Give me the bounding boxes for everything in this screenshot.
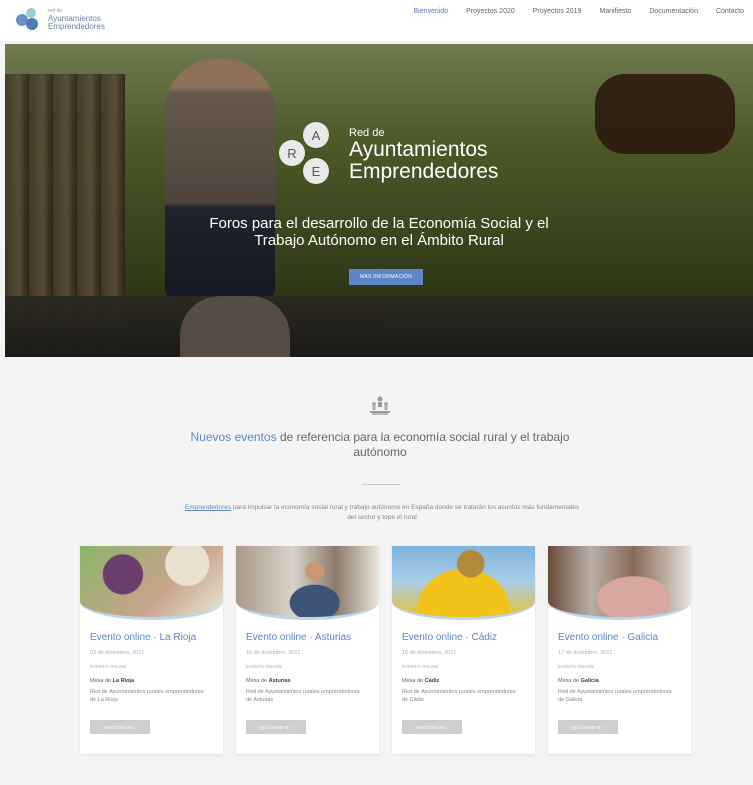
card-date: 17 de diciembre, 2021 <box>558 650 613 656</box>
event-card-la-rioja[interactable]: Evento online · La Rioja 03 de diciembre… <box>80 546 223 754</box>
card-type: Evento online <box>558 664 595 669</box>
badge-a: A <box>303 122 329 148</box>
card-org-place: Asturias <box>268 678 291 684</box>
card-org-label: Mesa de <box>558 678 581 684</box>
card-org-label: Mesa de <box>246 678 269 684</box>
card-date: 15 de diciembre, 2021 <box>402 650 457 656</box>
card-organizer: Mesa de Asturias <box>246 678 291 684</box>
card-type: Evento online <box>246 664 283 669</box>
hero-title-line2: Trabajo Autónomo en el Ámbito Rural <box>254 232 504 249</box>
badge-r: R <box>279 140 305 166</box>
intro-heading-highlight: Nuevos eventos <box>190 430 277 444</box>
card-description: Red de Ayuntamientos rurales emprendedor… <box>558 689 672 703</box>
card-organizer: Mesa de La Rioja <box>90 678 134 684</box>
card-image-fish-market <box>548 546 691 620</box>
hero-brand: R A E Red de Ayuntamientos Emprendedores <box>279 120 498 190</box>
event-card-galicia[interactable]: Evento online · Galicia 17 de diciembre,… <box>548 546 691 754</box>
intro-heading-rest: de referencia para la economía social ru… <box>276 430 570 459</box>
card-title[interactable]: Evento online · Asturias <box>246 632 351 643</box>
logo-line2: Emprendedores <box>48 22 105 31</box>
card-image-grapes <box>80 546 223 620</box>
card-description: Red de Ayuntamientos rurales emprendedor… <box>90 689 204 703</box>
event-card-cadiz[interactable]: Evento online · Cádiz 15 de diciembre, 2… <box>392 546 535 754</box>
nav-item-proyectos-2019[interactable]: Proyectos 2019 <box>524 8 591 15</box>
nav-item-bienvenido[interactable]: Bienvenido <box>404 8 457 15</box>
main-nav: Bienvenido Proyectos 2020 Proyectos 2019… <box>404 8 753 15</box>
card-org-label: Mesa de <box>402 678 425 684</box>
nav-item-contacto[interactable]: Contacto <box>707 8 753 15</box>
more-info-button[interactable]: MÁS INFORMACIÓN <box>349 269 423 285</box>
card-organizer: Mesa de Galicia <box>558 678 599 684</box>
card-title[interactable]: Evento online · Galicia <box>558 632 658 643</box>
site-logo[interactable]: red de Ayuntamientos Emprendedores <box>16 6 105 32</box>
community-icon <box>370 396 390 415</box>
hero-banner: R A E Red de Ayuntamientos Emprendedores… <box>5 44 753 357</box>
register-button[interactable]: INSCRÍBETE › <box>402 720 462 734</box>
event-card-asturias[interactable]: Evento online · Asturias 10 de diciembre… <box>236 546 379 754</box>
card-type: Evento online <box>90 664 127 669</box>
intro-text: Emprendedores para impulsar la economía … <box>182 503 582 523</box>
card-description: Red de Ayuntamientos rurales emprendedor… <box>402 689 516 703</box>
card-type: Evento online <box>402 664 439 669</box>
nav-item-manifiesto[interactable]: Manifiesto <box>590 8 640 15</box>
card-date: 03 de diciembre, 2021 <box>90 650 145 656</box>
hero-title: Foros para el desarrollo de la Economía … <box>5 215 753 249</box>
card-org-place: Galicia <box>580 678 599 684</box>
card-date: 10 de diciembre, 2021 <box>246 650 301 656</box>
card-image-farmer-cows <box>236 546 379 620</box>
divider <box>362 484 400 485</box>
nav-item-proyectos-2020[interactable]: Proyectos 2020 <box>457 8 524 15</box>
intro-heading: Nuevos eventos de referencia para la eco… <box>180 430 580 460</box>
register-button[interactable]: INSCRÍBETE › <box>90 720 150 734</box>
card-org-place: Cádiz <box>424 678 440 684</box>
intro-link[interactable]: Emprendedores <box>185 504 231 511</box>
card-org-place: La Rioja <box>112 678 135 684</box>
intro-text-rest: para impulsar la economía social rural y… <box>231 504 580 521</box>
brand-line2: Emprendedores <box>349 160 499 183</box>
register-button[interactable]: INSCRÍBETE › <box>558 720 618 734</box>
logo-icon <box>16 6 42 32</box>
logo-text: red de Ayuntamientos Emprendedores <box>48 7 105 31</box>
register-button[interactable]: INSCRÍBETE › <box>246 720 306 734</box>
card-org-label: Mesa de <box>90 678 113 684</box>
nav-item-documentacion[interactable]: Documentación <box>640 8 707 15</box>
hero-title-line1: Foros para el desarrollo de la Economía … <box>209 215 549 232</box>
card-title[interactable]: Evento online · La Rioja <box>90 632 196 643</box>
rae-logo-icon: R A E <box>279 120 333 190</box>
card-title[interactable]: Evento online · Cádiz <box>402 632 497 643</box>
card-description: Red de Ayuntamientos rurales emprendedor… <box>246 689 360 703</box>
card-image-lemons <box>392 546 535 620</box>
card-organizer: Mesa de Cádiz <box>402 678 439 684</box>
site-header: red de Ayuntamientos Emprendedores Bienv… <box>0 0 753 42</box>
badge-e: E <box>303 158 329 184</box>
brand-line1: Ayuntamientos <box>349 138 488 161</box>
